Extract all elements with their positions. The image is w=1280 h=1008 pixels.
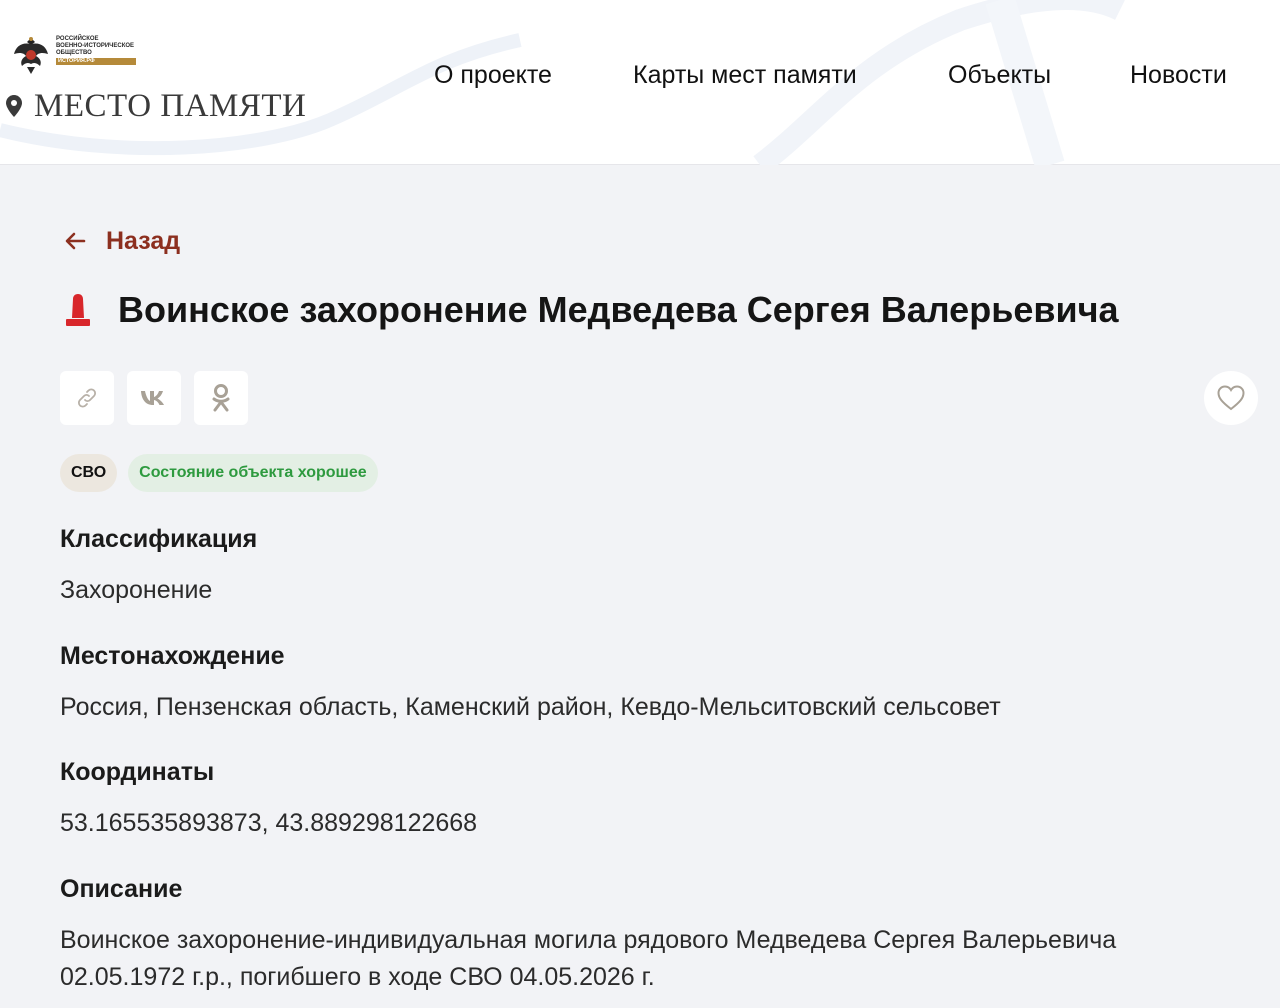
- monument-icon: [66, 294, 90, 326]
- tag-svo: СВО: [60, 454, 118, 492]
- heart-icon: [1217, 385, 1245, 411]
- detail-label: Местонахождение: [60, 642, 285, 670]
- detail-location: Местонахождение Россия, Пензенская облас…: [60, 639, 1240, 726]
- back-label: Назад: [106, 226, 181, 255]
- detail-description: Описание Воинское захоронение-индивидуал…: [60, 872, 1240, 996]
- site-header: РОССИЙСКОЕ ВОЕННО-ИСТОРИЧЕСКОЕ ОБЩЕСТВО …: [0, 0, 1280, 165]
- org-name-line: РОССИЙСКОЕ: [56, 36, 99, 42]
- ok-icon: [212, 384, 230, 412]
- status-badge: Состояние объекта хорошее: [128, 454, 378, 492]
- site-title: МЕСТО ПАМЯТИ: [34, 88, 307, 124]
- org-name-line: ОБЩЕСТВО: [56, 50, 92, 56]
- back-link[interactable]: Назад: [64, 224, 180, 258]
- detail-label: Координаты: [60, 758, 215, 786]
- detail-coordinates: Координаты 53.165535893873, 43.889298122…: [60, 755, 1240, 842]
- link-icon: [77, 388, 97, 408]
- share-vk-button[interactable]: [127, 371, 181, 425]
- nav-memorial-maps[interactable]: Карты мест памяти: [633, 58, 857, 92]
- detail-value: 53.165535893873, 43.889298122668: [60, 809, 478, 837]
- main-nav: О проекте Карты мест памяти Объекты Ново…: [0, 58, 1280, 92]
- detail-label: Описание: [60, 875, 183, 903]
- detail-value: Воинское захоронение-индивидуальная моги…: [60, 926, 1117, 991]
- detail-classification: Классификация Захоронение: [60, 522, 1240, 609]
- org-name-line: ВОЕННО-ИСТОРИЧЕСКОЕ: [56, 43, 135, 49]
- detail-label: Классификация: [60, 525, 258, 553]
- nav-objects[interactable]: Объекты: [948, 58, 1051, 92]
- tags: СВО Состояние объекта хорошее: [60, 454, 378, 492]
- site-name: МЕСТО ПАМЯТИ: [6, 86, 306, 126]
- copy-link-button[interactable]: [60, 371, 114, 425]
- detail-value: Захоронение: [60, 576, 213, 604]
- vk-icon: [141, 391, 164, 405]
- arrow-left-icon: [65, 232, 86, 250]
- nav-news[interactable]: Новости: [1130, 58, 1227, 92]
- page-title: Воинское захоронение Медведева Сергея Ва…: [118, 289, 1119, 330]
- detail-value: Россия, Пензенская область, Каменский ра…: [60, 693, 1001, 721]
- share-ok-button[interactable]: [194, 371, 248, 425]
- share-buttons: [60, 371, 248, 425]
- favorite-button[interactable]: [1204, 371, 1258, 425]
- nav-about[interactable]: О проекте: [434, 58, 552, 92]
- title-row: Воинское захоронение Медведева Сергея Ва…: [60, 286, 1119, 334]
- map-pin-icon: [6, 95, 22, 117]
